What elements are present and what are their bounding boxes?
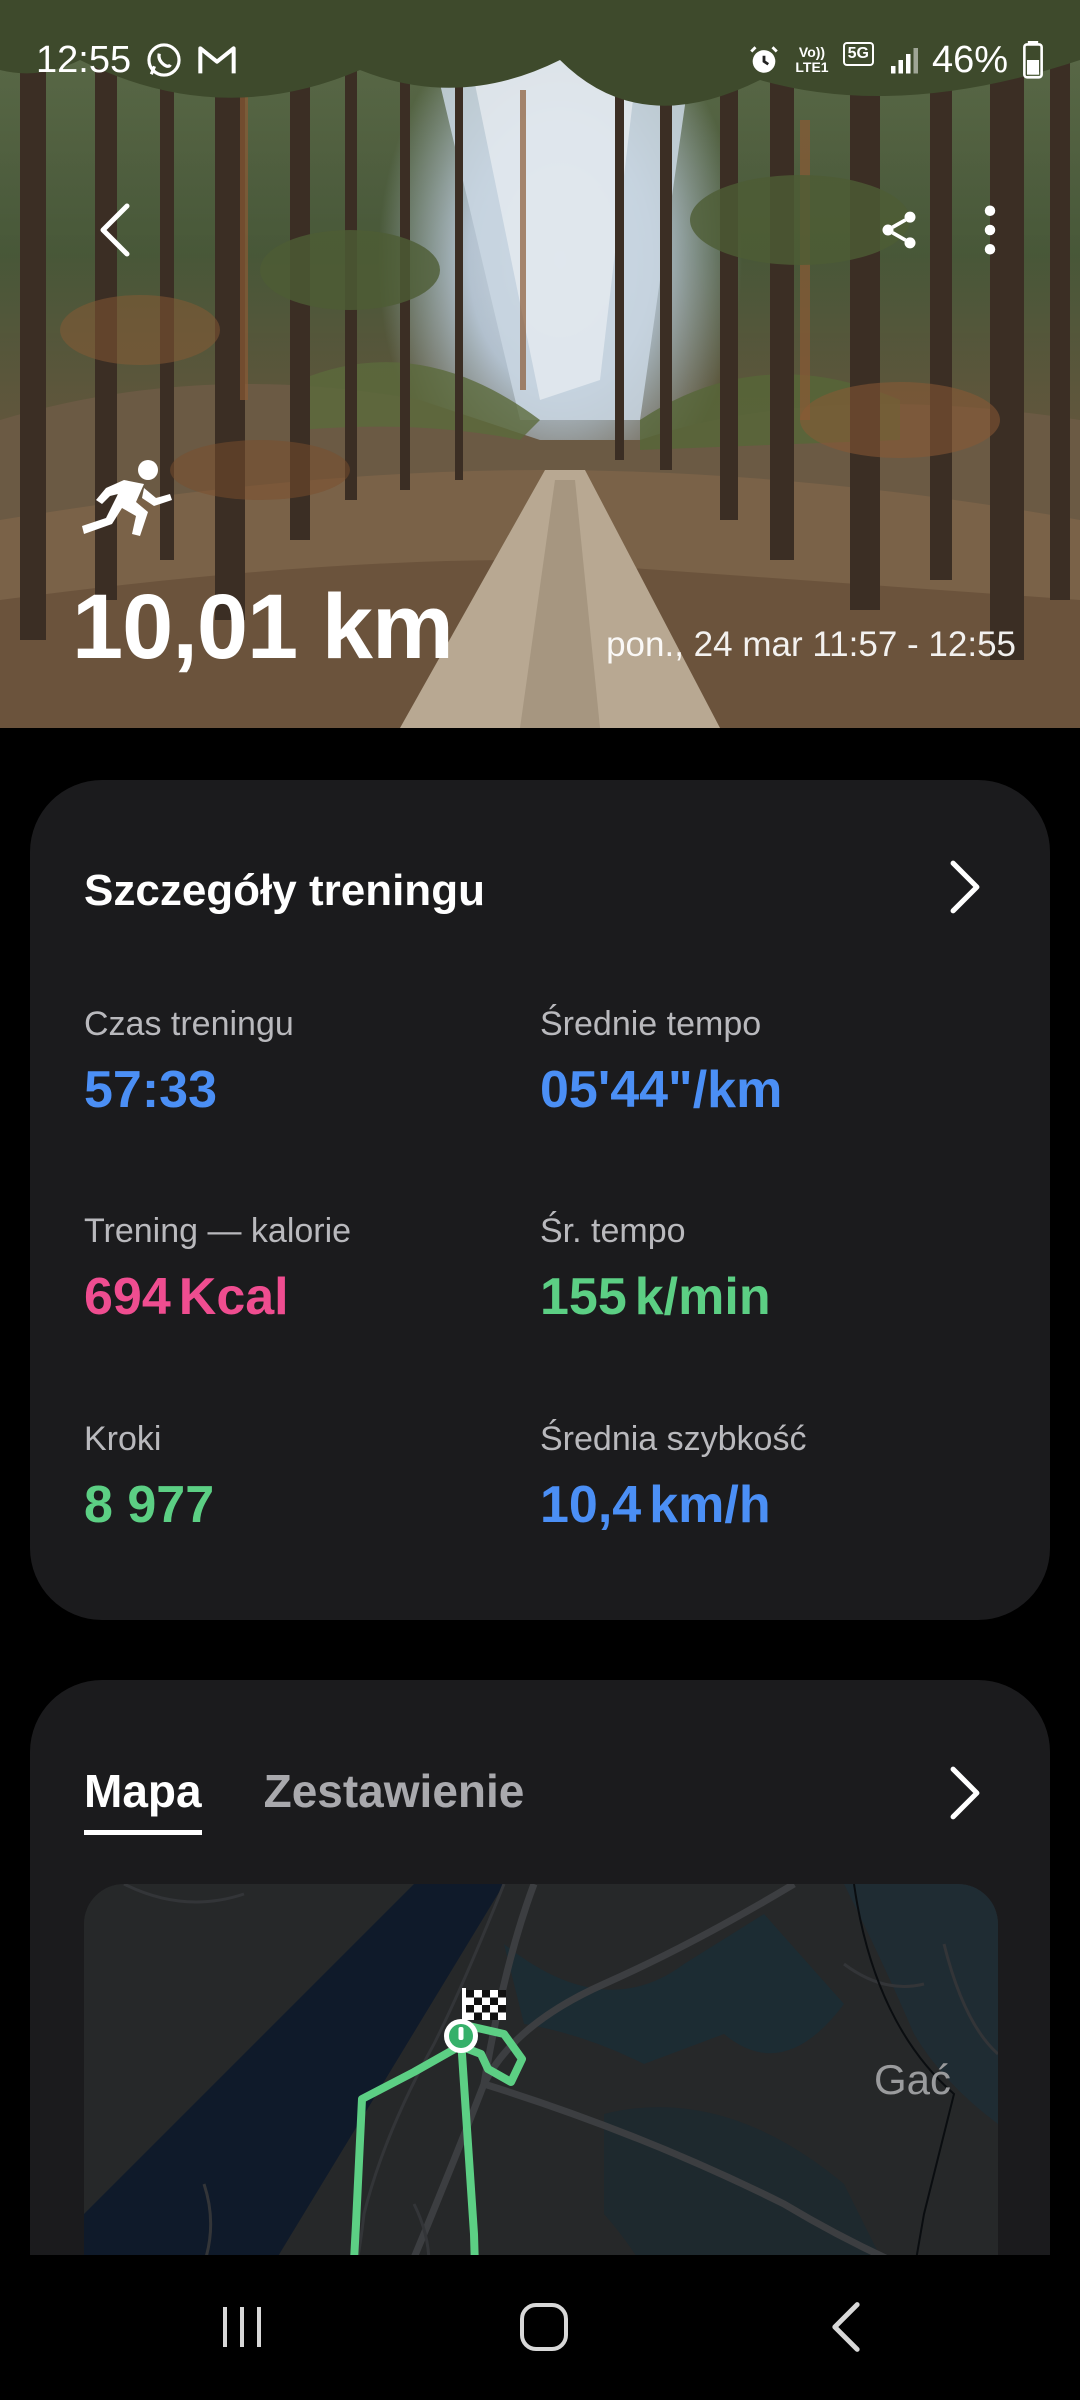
stat-value: 8 977 <box>84 1475 504 1535</box>
running-icon <box>78 458 174 538</box>
home-icon <box>520 2303 568 2351</box>
tab-map[interactable]: Mapa <box>84 1764 202 1835</box>
stat-cadence: Śr. tempo 155 k/min <box>540 1212 960 1327</box>
stat-value: 155 k/min <box>540 1267 960 1327</box>
recent-apps-icon <box>223 2307 261 2347</box>
stat-value: 10,4 km/h <box>540 1475 960 1535</box>
stat-label: Średnie tempo <box>540 1005 762 1043</box>
map-open-button[interactable] <box>940 1758 990 1828</box>
5g-icon: 5G <box>842 42 874 66</box>
distance-value: 10,01 km <box>72 576 454 678</box>
stat-label: Kroki <box>84 1420 162 1458</box>
stat-number: 05'44" <box>540 1061 693 1119</box>
home-button[interactable] <box>484 2277 604 2377</box>
more-options-button[interactable] <box>960 190 1020 270</box>
details-open-button[interactable] <box>940 852 990 922</box>
signal-icon <box>888 45 918 75</box>
chevron-right-icon <box>950 1766 980 1820</box>
volte-icon: Vo)) LTE1 <box>795 45 828 75</box>
stat-number: 155 <box>540 1268 627 1326</box>
share-button[interactable] <box>864 190 934 270</box>
stat-calories: Trening — kalorie 694 Kcal <box>84 1212 504 1327</box>
stat-unit: Kcal <box>178 1268 289 1326</box>
stat-number: 57:33 <box>84 1061 217 1119</box>
back-button[interactable] <box>80 190 150 270</box>
map-place-label: Gać <box>874 2056 951 2103</box>
stat-workout-time: Czas treningu 57:33 <box>84 1005 504 1120</box>
stat-number: 10,4 <box>540 1476 642 1534</box>
lte-label: LTE1 <box>795 59 829 75</box>
volte-label: Vo)) <box>798 44 826 60</box>
battery-percent: 46% <box>931 38 1008 81</box>
start-marker-icon <box>444 2019 478 2053</box>
workout-date-range: pon., 24 mar 11:57 - 12:55 <box>606 625 1016 664</box>
stat-average-speed: Średnia szybkość 10,4 km/h <box>540 1420 960 1535</box>
chevron-left-icon <box>100 203 130 257</box>
network-label: 5G <box>847 45 869 62</box>
chevron-right-icon <box>950 860 980 914</box>
stat-unit: k/min <box>634 1268 771 1326</box>
stat-label: Średnia szybkość <box>540 1420 807 1458</box>
stat-value: 694 Kcal <box>84 1267 504 1327</box>
alarm-icon <box>747 43 781 77</box>
top-navigation <box>80 190 1020 270</box>
status-bar: 12:55 Vo)) LTE1 5G 46% <box>36 30 1044 90</box>
stat-average-pace: Średnie tempo 05'44"/km <box>540 1005 960 1120</box>
stat-value: 05'44"/km <box>540 1060 960 1120</box>
share-icon <box>882 211 916 249</box>
gmail-icon <box>197 43 237 77</box>
tab-summary[interactable]: Zestawienie <box>264 1764 525 1835</box>
stat-value: 57:33 <box>84 1060 504 1120</box>
more-vertical-icon <box>984 205 996 255</box>
system-navigation-bar <box>0 2255 1080 2400</box>
stat-unit: km/h <box>649 1476 771 1534</box>
status-time: 12:55 <box>36 38 132 81</box>
back-arrow-icon <box>832 2302 860 2352</box>
whatsapp-icon <box>145 41 183 79</box>
map-tabs: Mapa Zestawienie <box>84 1764 524 1835</box>
system-back-button[interactable] <box>786 2277 906 2377</box>
stat-unit: /km <box>692 1061 783 1119</box>
stat-number: 8 977 <box>84 1476 215 1534</box>
stat-label: Czas treningu <box>84 1005 294 1043</box>
stat-steps: Kroki 8 977 <box>84 1420 504 1535</box>
card-title: Szczegóły treningu <box>84 866 485 915</box>
recent-apps-button[interactable] <box>182 2277 302 2377</box>
hero-banner: 12:55 Vo)) LTE1 5G 46% 10,01 km pon., 24… <box>0 0 1080 728</box>
stat-label: Trening — kalorie <box>84 1212 352 1250</box>
stat-label: Śr. tempo <box>540 1212 686 1250</box>
battery-icon <box>1022 41 1044 79</box>
stat-number: 694 <box>84 1268 171 1326</box>
workout-details-card[interactable]: Szczegóły treningu Czas treningu 57:33 Ś… <box>30 780 1050 1620</box>
